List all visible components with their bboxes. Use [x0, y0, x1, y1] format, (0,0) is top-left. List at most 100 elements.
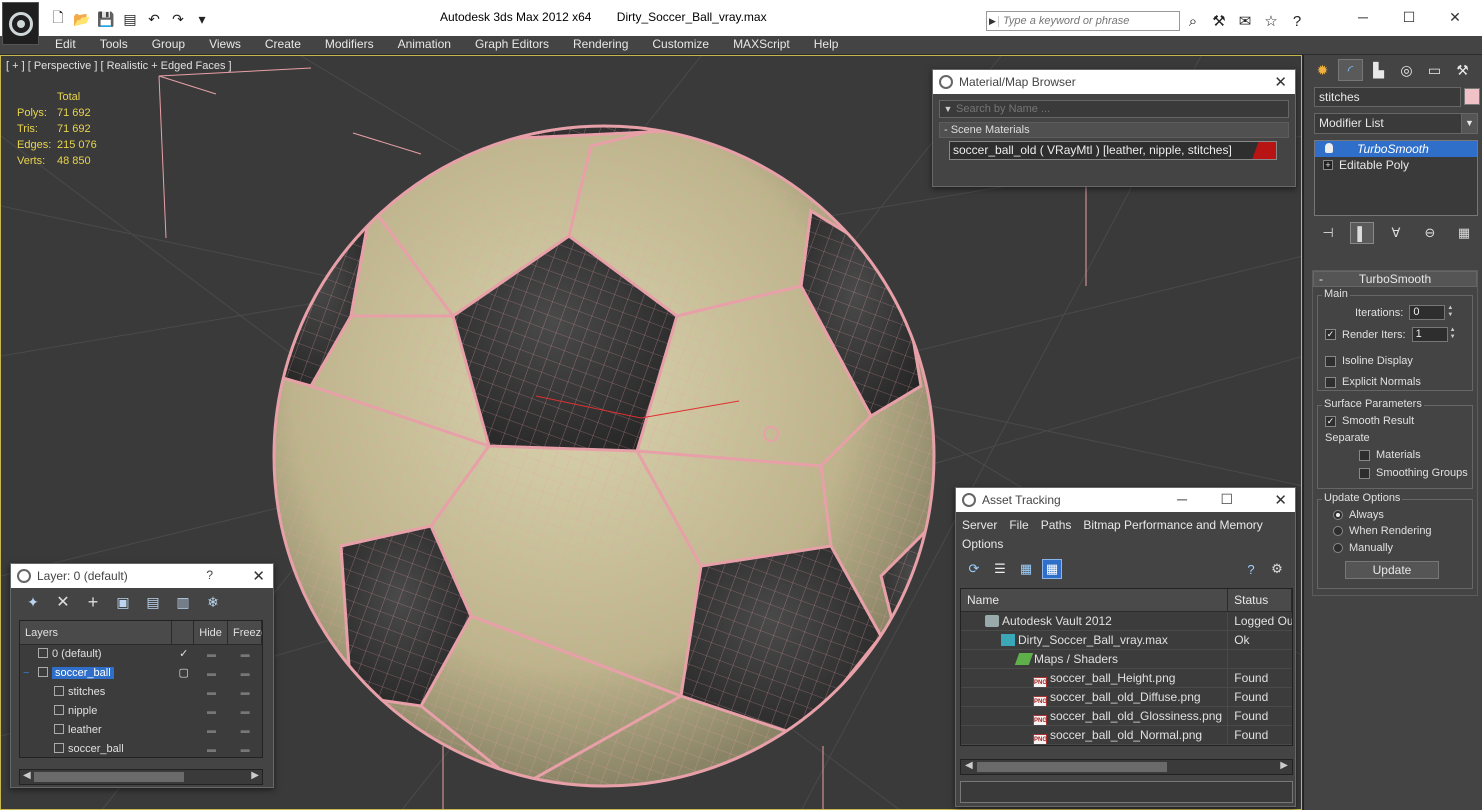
- favorites-star-icon[interactable]: ☆: [1261, 11, 1281, 31]
- motion-tab-icon[interactable]: ◎: [1394, 59, 1419, 81]
- create-layer-icon[interactable]: ✦: [23, 592, 43, 612]
- freeze-toggle[interactable]: ▬: [228, 664, 262, 683]
- menu-bitmap-performance-and-memory[interactable]: Bitmap Performance and Memory: [1083, 516, 1262, 535]
- scroll-thumb[interactable]: [977, 762, 1167, 772]
- close-icon[interactable]: ✕: [252, 567, 265, 585]
- show-end-result-icon[interactable]: ▌: [1350, 222, 1374, 244]
- open-file-icon[interactable]: 📂: [72, 10, 92, 28]
- asset-row[interactable]: PNG soccer_ball_old_Diffuse.png Found: [961, 688, 1292, 707]
- spinner-arrows-icon[interactable]: ▲ ▼: [1450, 327, 1458, 342]
- remove-modifier-icon[interactable]: ⊖: [1418, 222, 1442, 244]
- update-always-radio[interactable]: [1333, 510, 1343, 520]
- update-when-rendering-radio[interactable]: [1333, 526, 1343, 536]
- scroll-right-icon[interactable]: ▶: [251, 770, 259, 781]
- asset-name-cell[interactable]: Dirty_Soccer_Ball_vray.max: [961, 631, 1229, 649]
- layer-name-cell[interactable]: 0 (default): [20, 645, 173, 664]
- isoline-display-checkbox[interactable]: [1325, 355, 1336, 367]
- layer-row[interactable]: − soccer_ball ▢ ▬ ▬: [20, 664, 262, 683]
- layer-manager-titlebar[interactable]: Layer: 0 (default) ? ✕: [11, 564, 273, 588]
- asset-row[interactable]: Maps / Shaders: [961, 650, 1292, 669]
- hide-toggle[interactable]: ▬: [195, 740, 229, 757]
- layer-horizontal-scrollbar[interactable]: ◀ ▶: [19, 769, 263, 785]
- menu-graph-editors[interactable]: Graph Editors: [475, 36, 557, 54]
- configure-sets-icon[interactable]: ▦: [1452, 222, 1476, 244]
- help-button[interactable]: ?: [206, 568, 213, 582]
- freeze-toggle[interactable]: ▬: [228, 683, 262, 702]
- hide-layers-icon[interactable]: ▥: [173, 592, 193, 612]
- scroll-left-icon[interactable]: ◀: [965, 760, 973, 771]
- col-freeze[interactable]: Freeze: [228, 621, 262, 644]
- current-layer-toggle[interactable]: [173, 683, 195, 702]
- select-objects-icon[interactable]: ▣: [113, 592, 133, 612]
- menu-group[interactable]: Group: [152, 36, 193, 54]
- highlight-layer-icon[interactable]: ▤: [143, 592, 163, 612]
- asset-horizontal-scrollbar[interactable]: ◀ ▶: [960, 759, 1293, 775]
- separate-materials-checkbox[interactable]: [1359, 449, 1370, 461]
- spinner-arrows-icon[interactable]: ▲ ▼: [1447, 305, 1455, 320]
- vault-help-icon[interactable]: ?: [1241, 559, 1261, 579]
- asset-row[interactable]: PNG soccer_ball_old_Glossiness.png Found: [961, 707, 1292, 726]
- freeze-toggle[interactable]: ▬: [228, 702, 262, 721]
- object-name-field[interactable]: stitches: [1314, 87, 1461, 107]
- add-to-layer-icon[interactable]: +: [83, 592, 103, 612]
- current-layer-toggle[interactable]: [173, 740, 195, 757]
- hide-toggle[interactable]: ▬: [195, 683, 229, 702]
- scroll-right-icon[interactable]: ▶: [1280, 760, 1288, 771]
- menu-views[interactable]: Views: [209, 36, 249, 54]
- make-unique-icon[interactable]: ∀: [1384, 222, 1408, 244]
- col-hide[interactable]: Hide: [194, 621, 228, 644]
- material-entry[interactable]: soccer_ball_old ( VRayMtl ) [leather, ni…: [949, 141, 1277, 160]
- freeze-toggle[interactable]: ▬: [228, 645, 262, 664]
- soccer-ball[interactable]: [271, 96, 951, 796]
- asset-name-cell[interactable]: PNG soccer_ball_old_Diffuse.png: [961, 688, 1229, 706]
- scroll-thumb[interactable]: [34, 772, 184, 782]
- col-layers[interactable]: Layers: [20, 621, 173, 644]
- iterations-spinner[interactable]: 0: [1409, 305, 1446, 320]
- hide-toggle[interactable]: ▬: [195, 702, 229, 721]
- layer-row[interactable]: 0 (default) ✓ ▬ ▬: [20, 645, 262, 664]
- create-tab-icon[interactable]: ✹: [1310, 59, 1335, 81]
- layer-row[interactable]: stitches ▬ ▬: [20, 683, 262, 702]
- list-view-icon[interactable]: ☰: [990, 559, 1010, 579]
- save-file-icon[interactable]: 💾: [96, 10, 116, 28]
- pin-stack-icon[interactable]: ⊣: [1316, 222, 1340, 244]
- minimize-button[interactable]: ─: [1340, 6, 1386, 28]
- object-color-swatch[interactable]: [1464, 88, 1480, 105]
- update-button[interactable]: Update: [1345, 561, 1439, 579]
- asset-name-cell[interactable]: PNG soccer_ball_Height.png: [961, 669, 1229, 687]
- expand-icon[interactable]: +: [1323, 160, 1333, 170]
- table-view-icon[interactable]: ▦: [1042, 559, 1062, 579]
- utilities-tab-icon[interactable]: ⚒: [1450, 59, 1475, 81]
- new-file-icon[interactable]: 🗋: [48, 9, 68, 28]
- col-status[interactable]: Status: [1228, 589, 1292, 611]
- asset-row[interactable]: PNG soccer_ball_Height.png Found: [961, 669, 1292, 688]
- undo-icon[interactable]: ↶: [144, 10, 164, 28]
- render-iters-checkbox[interactable]: ✓: [1325, 329, 1336, 340]
- maximize-button[interactable]: ☐: [1386, 6, 1432, 28]
- hide-toggle[interactable]: ▬: [195, 721, 229, 740]
- render-iters-spinner[interactable]: 1: [1411, 327, 1448, 342]
- material-browser-titlebar[interactable]: Material/Map Browser ✕: [933, 70, 1295, 94]
- menu-help[interactable]: Help: [814, 36, 847, 54]
- modifier-list-dropdown[interactable]: Modifier List ▼: [1314, 113, 1478, 134]
- current-layer-toggle[interactable]: ▢: [173, 664, 195, 683]
- modify-tab-icon[interactable]: ◜: [1338, 59, 1363, 81]
- asset-tracking-titlebar[interactable]: Asset Tracking ─ ☐ ✕: [956, 488, 1295, 512]
- freeze-layers-icon[interactable]: ❄: [203, 592, 223, 612]
- menu-maxscript[interactable]: MAXScript: [733, 36, 798, 54]
- minimize-button[interactable]: ─: [1177, 491, 1187, 507]
- close-icon[interactable]: ✕: [1274, 491, 1287, 509]
- layer-row[interactable]: nipple ▬ ▬: [20, 702, 262, 721]
- layer-name-cell[interactable]: stitches: [20, 683, 173, 702]
- current-layer-toggle[interactable]: ✓: [173, 645, 195, 664]
- close-button[interactable]: ✕: [1432, 6, 1478, 28]
- search-expand-icon[interactable]: ▶: [987, 15, 999, 27]
- app-menu-button[interactable]: [2, 2, 39, 45]
- binoculars-icon[interactable]: ⌕: [1183, 11, 1203, 31]
- layer-row[interactable]: leather ▬ ▬: [20, 721, 262, 740]
- maximize-button[interactable]: ☐: [1220, 491, 1233, 508]
- asset-row[interactable]: Autodesk Vault 2012 Logged Out: [961, 612, 1292, 631]
- close-icon[interactable]: ✕: [1274, 73, 1287, 91]
- layer-name-cell[interactable]: soccer_ball: [20, 740, 173, 757]
- menu-create[interactable]: Create: [265, 36, 309, 54]
